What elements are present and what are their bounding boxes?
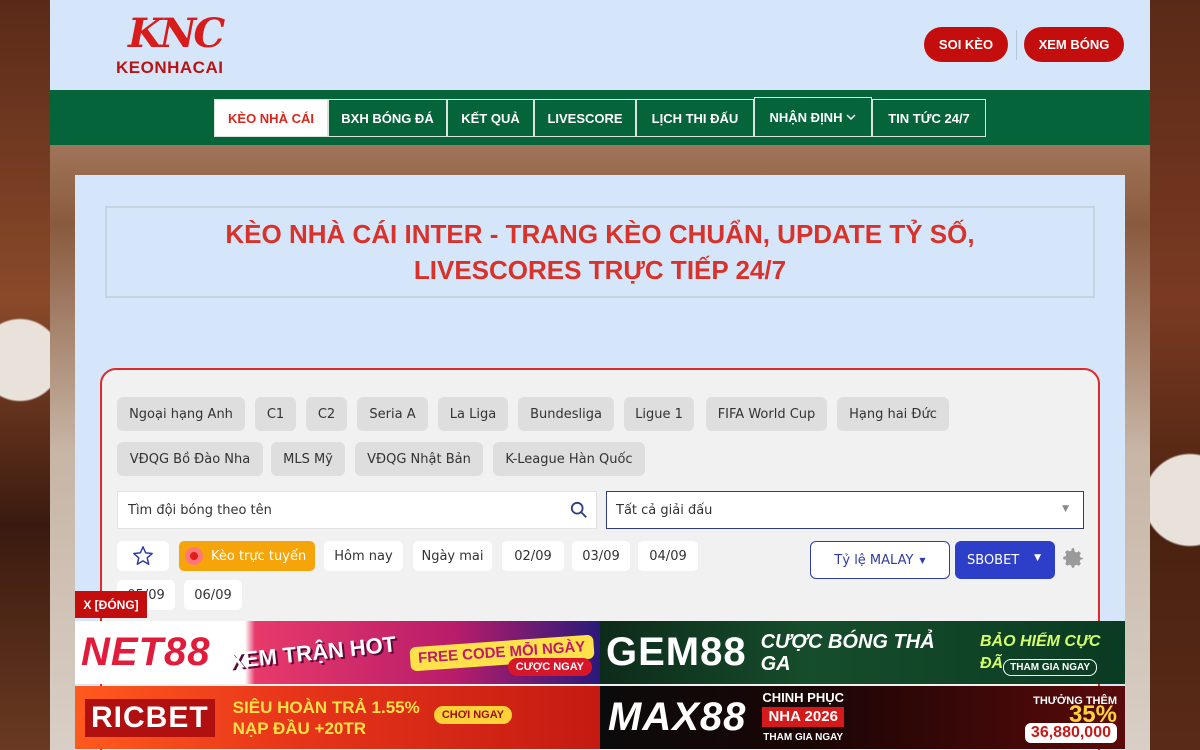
net88-brand: NET88 [81, 630, 211, 674]
nav-label: KẾT QUẢ [461, 110, 520, 126]
ricbet-banner[interactable]: RICBET SIÊU HOÀN TRẢ 1.55% NẠP ĐẦU +20TR… [75, 686, 600, 749]
gear-icon[interactable] [1060, 545, 1086, 571]
team-search-input[interactable]: Tìm đội bóng theo tên [117, 491, 597, 529]
max88-brand: MAX88 [608, 695, 747, 739]
max88-slogan-2: NHA 2026 [762, 706, 844, 727]
ricbet-slogan-2: NẠP ĐẦU +20TR [232, 718, 367, 738]
odds-type-label: Tỷ lệ MALAY [834, 552, 914, 568]
ricbet-brand: RICBET [85, 698, 215, 737]
day-chip[interactable]: Hôm nay [324, 541, 403, 571]
day-chip[interactable]: 03/09 [572, 541, 630, 571]
ricbet-slogan-group: SIÊU HOÀN TRẢ 1.55% NẠP ĐẦU +20TR [233, 697, 420, 739]
main-nav: KÈO NHÀ CÁI BXH BÓNG ĐÁ KẾT QUẢ LIVESCOR… [50, 90, 1150, 145]
background-left [0, 0, 50, 750]
odds-type-select[interactable]: Tỷ lệ MALAY ▼ [810, 541, 950, 579]
gem88-banner[interactable]: GEM88 CƯỢC BÓNG THẢ GA BẢO HIỂM CỰC ĐÃ T… [600, 621, 1125, 684]
nav-item-nhan-dinh[interactable]: NHẬN ĐỊNH [754, 97, 872, 137]
search-icon[interactable] [570, 501, 588, 519]
nav-item-ket-qua[interactable]: KẾT QUẢ [447, 99, 534, 137]
net88-slogan: XEM TRẬN HOT [227, 630, 397, 674]
league-chip[interactable]: K-League Hàn Quốc [493, 442, 645, 476]
gem88-brand: GEM88 [606, 630, 747, 674]
day-chip[interactable]: Ngày mai [413, 541, 492, 571]
league-chip[interactable]: VĐQG Nhật Bản [355, 442, 483, 476]
chevron-down-icon: ▼ [1034, 553, 1041, 563]
header-divider [1016, 30, 1017, 60]
gem88-slogan: CƯỢC BÓNG THẢ GA [760, 630, 935, 675]
close-ad-button[interactable]: X [ĐÓNG] [75, 591, 147, 618]
league-chip[interactable]: Bundesliga [518, 397, 614, 431]
league-chip[interactable]: Hạng hai Đức [837, 397, 949, 431]
league-chip[interactable]: Ngoại hạng Anh [117, 397, 245, 431]
nav-item-keo-nha-cai[interactable]: KÈO NHÀ CÁI [214, 99, 328, 137]
live-odds-button[interactable]: Kèo trực tuyến [179, 541, 315, 571]
star-icon [133, 546, 153, 565]
page-title-box: KÈO NHÀ CÁI INTER - TRANG KÈO CHUẨN, UPD… [105, 206, 1095, 298]
league-select-value: Tất cả giải đấu [616, 502, 713, 518]
site-logo[interactable]: KNC KEONHACAI [116, 10, 236, 80]
nav-label: BXH BÓNG ĐÁ [341, 110, 434, 126]
nav-item-livescore[interactable]: LIVESCORE [534, 99, 636, 137]
league-select[interactable]: Tất cả giải đấu ▼ [606, 491, 1084, 529]
bookie-select[interactable]: SBOBET ▼ [955, 541, 1055, 579]
favorites-button[interactable] [117, 541, 169, 571]
nav-label: LIVESCORE [547, 110, 623, 126]
league-chip[interactable]: MLS Mỹ [271, 442, 345, 476]
day-chip[interactable]: 06/09 [184, 580, 242, 610]
logo-text: KEONHACAI [116, 58, 224, 77]
day-chip[interactable]: 04/09 [638, 541, 698, 571]
nav-label: TIN TỨC 24/7 [888, 110, 970, 126]
nav-label: NHẬN ĐỊNH [769, 109, 843, 125]
net88-cta: CƯỢC NGAY [507, 658, 592, 676]
ricbet-cta: CHƠI NGAY [433, 706, 512, 724]
live-dot-icon [185, 547, 203, 565]
max88-bonus: THƯỞNG THÊM 35% [1033, 694, 1117, 727]
day-chip[interactable]: 02/09 [502, 541, 564, 571]
nav-item-bxh[interactable]: BXH BÓNG ĐÁ [328, 99, 447, 137]
live-odds-label: Kèo trực tuyến [211, 548, 307, 564]
gem88-cta: THAM GIA NGAY [1003, 659, 1097, 676]
page-title: KÈO NHÀ CÁI INTER - TRANG KÈO CHUẨN, UPD… [225, 219, 975, 285]
nav-label: KÈO NHÀ CÁI [228, 110, 314, 126]
chevron-down-icon [846, 114, 856, 121]
max88-slogan-group: CHINH PHỤC NHA 2026 THAM GIA NGAY [762, 689, 844, 747]
league-chip[interactable]: C2 [306, 397, 347, 431]
max88-prize: 36,880,000 [1024, 723, 1117, 743]
xem-bong-button[interactable]: XEM BÓNG [1024, 27, 1124, 62]
site-header: KNC KEONHACAI SOI KÈO XEM BÓNG [50, 0, 1150, 90]
logo-mark: KNC [128, 10, 225, 57]
ricbet-slogan: SIÊU HOÀN TRẢ 1.55% [232, 697, 420, 717]
chevron-down-icon: ▼ [919, 555, 926, 565]
max88-slogan: CHINH PHỤC [762, 689, 845, 705]
league-chip[interactable]: FIFA World Cup [706, 397, 827, 431]
net88-banner[interactable]: NET88 XEM TRẬN HOT FREE CODE MỖI NGÀY CƯ… [75, 621, 600, 684]
nav-item-lich-thi-dau[interactable]: LỊCH THI ĐẤU [636, 99, 754, 137]
league-chip[interactable]: C1 [255, 397, 296, 431]
max88-banner[interactable]: MAX88 CHINH PHỤC NHA 2026 THAM GIA NGAY … [600, 686, 1125, 749]
max88-slogan-3: THAM GIA NGAY [763, 731, 844, 743]
soi-keo-button[interactable]: SOI KÈO [924, 27, 1008, 62]
search-placeholder: Tìm đội bóng theo tên [128, 502, 272, 518]
league-chip[interactable]: Ligue 1 [624, 397, 694, 431]
bookie-label: SBOBET [967, 552, 1020, 568]
league-chip[interactable]: La Liga [438, 397, 508, 431]
league-chip[interactable]: Seria A [357, 397, 428, 431]
chevron-down-icon: ▼ [1062, 504, 1069, 514]
background-right [1150, 0, 1200, 750]
league-chip[interactable]: VĐQG Bồ Đào Nha [117, 442, 263, 476]
nav-label: LỊCH THI ĐẤU [651, 110, 739, 126]
nav-item-tin-tuc[interactable]: TIN TỨC 24/7 [872, 99, 986, 137]
